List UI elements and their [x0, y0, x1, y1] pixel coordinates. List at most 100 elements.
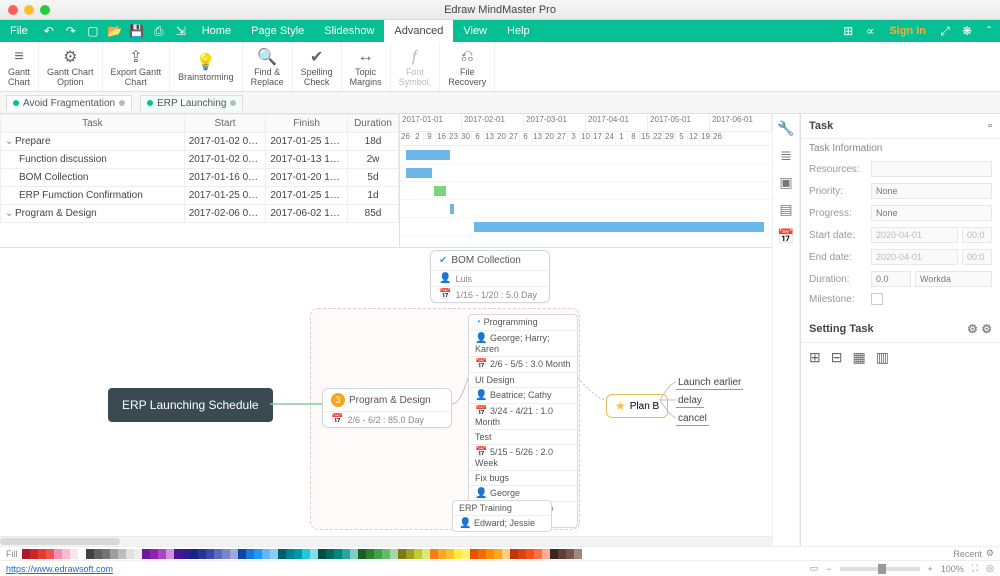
menu-file[interactable]: File: [0, 20, 38, 42]
color-swatch[interactable]: [406, 549, 414, 559]
color-swatch[interactable]: [454, 549, 462, 559]
color-swatch[interactable]: [558, 549, 566, 559]
signin-link[interactable]: Sign In: [881, 20, 934, 42]
tool-calendar-icon[interactable]: 📅: [777, 228, 794, 245]
export-icon[interactable]: ⇲: [170, 20, 192, 42]
color-swatch[interactable]: [470, 549, 478, 559]
option-cancel[interactable]: cancel: [676, 412, 709, 426]
ribbon-find-replace[interactable]: 🔍Find & Replace: [243, 42, 293, 91]
color-swatch[interactable]: [526, 549, 534, 559]
color-swatch[interactable]: [150, 549, 158, 559]
add-task-icon[interactable]: ⊞: [809, 349, 821, 366]
node-stack[interactable]: ◔ Programming 👤 George; Harry; Karen 📅 2…: [468, 314, 578, 528]
color-swatch[interactable]: [142, 549, 150, 559]
menu-slideshow[interactable]: Slideshow: [314, 20, 384, 42]
color-swatch[interactable]: [278, 549, 286, 559]
color-swatch[interactable]: [342, 549, 350, 559]
ribbon-spelling[interactable]: ✔Spelling Check: [293, 42, 342, 91]
milestone-checkbox[interactable]: [871, 293, 883, 305]
color-swatch[interactable]: [158, 549, 166, 559]
color-swatch[interactable]: [334, 549, 342, 559]
table-row[interactable]: BOM Collection2017-01-16 0…2017-01-20 1……: [1, 169, 399, 187]
gantt-bar[interactable]: [474, 222, 764, 232]
color-swatch[interactable]: [430, 549, 438, 559]
color-swatch[interactable]: [382, 549, 390, 559]
color-swatch[interactable]: [182, 549, 190, 559]
website-link[interactable]: https://www.edrawsoft.com: [6, 564, 113, 574]
color-swatch[interactable]: [246, 549, 254, 559]
color-swatch[interactable]: [118, 549, 126, 559]
color-swatch[interactable]: [374, 549, 382, 559]
expand-icon[interactable]: ⌄: [5, 208, 15, 219]
color-swatch[interactable]: [438, 549, 446, 559]
color-swatch[interactable]: [414, 549, 422, 559]
color-swatch[interactable]: [510, 549, 518, 559]
remove-task-icon[interactable]: ⊟: [831, 349, 843, 366]
fit-page-icon[interactable]: ▭: [810, 563, 819, 574]
ribbon-file-recovery[interactable]: ⎌File Recovery: [440, 42, 495, 91]
color-swatch[interactable]: [318, 549, 326, 559]
color-swatch[interactable]: [390, 549, 398, 559]
fullscreen-icon[interactable]: ⛶: [972, 563, 978, 574]
table-row[interactable]: ⌄Program & Design2017-02-06 0…2017-06-02…: [1, 205, 399, 223]
mindmap-canvas[interactable]: ERP Launching Schedule 3Program & Design…: [0, 248, 772, 536]
node-erp-training[interactable]: ERP Training 👤 Edward; Jessie: [452, 500, 552, 532]
color-swatch[interactable]: [542, 549, 550, 559]
color-swatch[interactable]: [398, 549, 406, 559]
color-swatch[interactable]: [214, 549, 222, 559]
color-swatch[interactable]: [134, 549, 142, 559]
gantt-bar[interactable]: [406, 150, 450, 160]
color-swatch[interactable]: [502, 549, 510, 559]
expand-icon[interactable]: ⌄: [5, 136, 15, 147]
col-finish[interactable]: Finish: [266, 115, 348, 133]
color-swatch[interactable]: [174, 549, 182, 559]
gantt-chart[interactable]: 2017-01-012017-02-012017-03-012017-04-01…: [400, 114, 772, 247]
node-bom-collection[interactable]: ✔BOM Collection 👤Luis 📅1/16 - 1/20 : 5.0…: [430, 250, 550, 303]
gantt-bar[interactable]: [450, 204, 454, 214]
color-swatch[interactable]: [30, 549, 38, 559]
color-swatch[interactable]: [358, 549, 366, 559]
color-swatch[interactable]: [534, 549, 542, 559]
tool-image-icon[interactable]: ▣: [779, 174, 792, 191]
ribbon-topic-margins[interactable]: ↔Topic Margins: [342, 42, 391, 91]
color-swatch[interactable]: [254, 549, 262, 559]
gantt-bar[interactable]: [406, 168, 432, 178]
color-swatch[interactable]: [366, 549, 374, 559]
center-icon[interactable]: ◎: [986, 563, 994, 574]
priority-select[interactable]: None: [871, 183, 992, 199]
start-date-field[interactable]: 2020-04-01: [871, 227, 958, 243]
duration-field[interactable]: 0.0: [871, 271, 911, 287]
node-program-design[interactable]: 3Program & Design 📅2/6 - 6/2 : 85.0 Day: [322, 388, 452, 428]
settings-icon[interactable]: ⚙ ⚙: [967, 322, 992, 336]
color-swatch[interactable]: [446, 549, 454, 559]
menu-home[interactable]: Home: [192, 20, 241, 42]
table-row[interactable]: ERP Fumction Confirmation2017-01-25 0…20…: [1, 187, 399, 205]
color-swatch[interactable]: [166, 549, 174, 559]
resources-field[interactable]: [871, 161, 992, 177]
start-time-field[interactable]: 00:0: [962, 227, 992, 243]
color-swatch[interactable]: [422, 549, 430, 559]
gantt-grid[interactable]: Task Start Finish Duration ⌄Prepare2017-…: [0, 114, 400, 247]
undo-icon[interactable]: ↶: [38, 20, 60, 42]
gantt-bar[interactable]: [434, 186, 446, 196]
tool-box-icon[interactable]: ▤: [779, 201, 792, 218]
tab-avoid-fragmentation[interactable]: Avoid Fragmentation: [6, 95, 132, 111]
color-swatch[interactable]: [38, 549, 46, 559]
end-date-field[interactable]: 2020-04-01: [871, 249, 958, 265]
color-swatch[interactable]: [222, 549, 230, 559]
option-delay[interactable]: delay: [676, 394, 704, 408]
new-icon[interactable]: ▢: [82, 20, 104, 42]
zoom-slider[interactable]: [840, 567, 920, 571]
mindmap-root[interactable]: ERP Launching Schedule: [108, 388, 273, 422]
color-swatch[interactable]: [550, 549, 558, 559]
color-swatch[interactable]: [286, 549, 294, 559]
redo-icon[interactable]: ↷: [60, 20, 82, 42]
color-swatch[interactable]: [198, 549, 206, 559]
color-swatch[interactable]: [78, 549, 86, 559]
minimize-ribbon-icon[interactable]: ˆ: [978, 20, 1000, 42]
color-swatch[interactable]: [70, 549, 78, 559]
color-swatch[interactable]: [302, 549, 310, 559]
color-swatch[interactable]: [86, 549, 94, 559]
color-swatch[interactable]: [110, 549, 118, 559]
col-start[interactable]: Start: [184, 115, 266, 133]
